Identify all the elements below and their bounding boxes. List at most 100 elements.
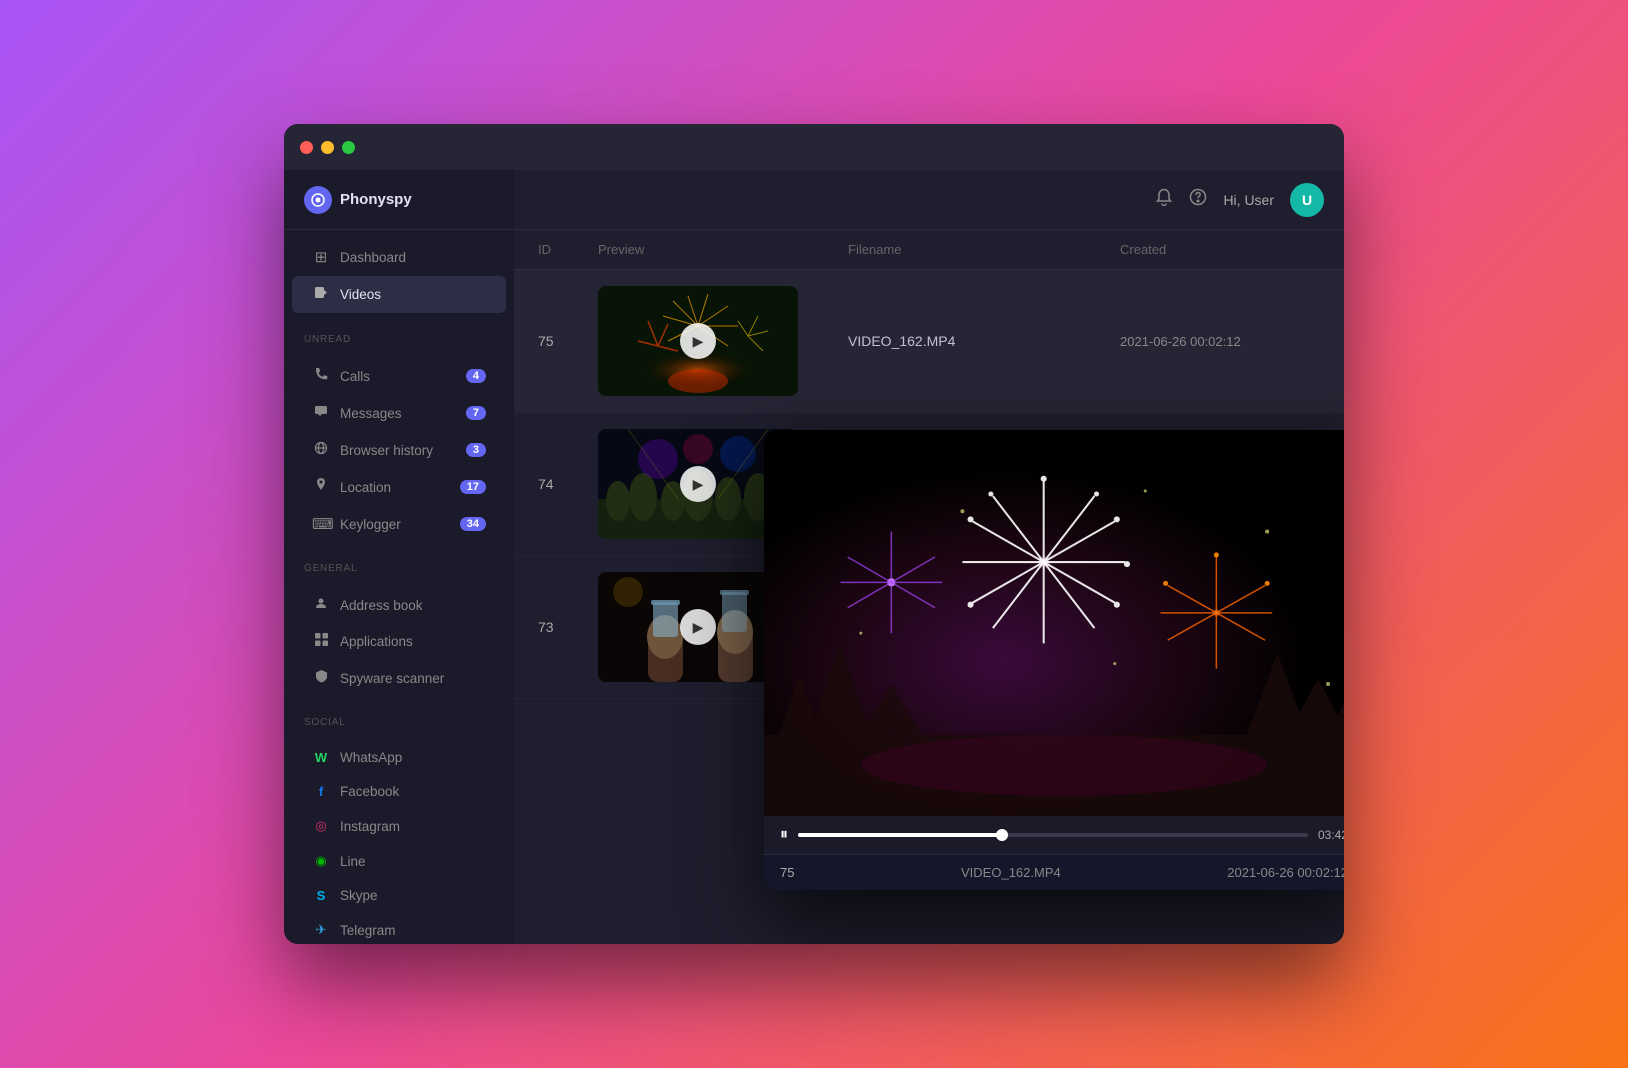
sidebar-item-browser-history[interactable]: Browser history 3 xyxy=(292,432,506,468)
sidebar-item-spyware-scanner[interactable]: Spyware scanner xyxy=(292,660,506,696)
video-icon xyxy=(312,285,330,304)
sidebar-item-label: Messages xyxy=(340,406,402,421)
col-preview: Preview xyxy=(598,242,848,257)
duration-label: 03:42 xyxy=(1318,828,1344,842)
addressbook-icon xyxy=(312,596,330,614)
unread-section: UNREAD Calls 4 xyxy=(284,322,514,551)
notification-icon[interactable] xyxy=(1155,188,1173,211)
sidebar-item-label: Instagram xyxy=(340,819,400,834)
facebook-icon: f xyxy=(312,784,330,799)
row-id: 73 xyxy=(538,619,598,635)
play-button[interactable]: ▶ xyxy=(680,609,716,645)
table-header: ID Preview Filename Created xyxy=(514,230,1344,270)
apps-icon xyxy=(312,633,330,650)
shield-icon xyxy=(312,669,330,687)
brand-icon xyxy=(304,186,332,214)
sidebar-item-messages[interactable]: Messages 7 xyxy=(292,395,506,431)
video-thumbnail[interactable]: ▶ xyxy=(598,286,798,396)
sidebar-item-dashboard[interactable]: ⊞ Dashboard xyxy=(292,239,506,275)
sidebar-item-keylogger[interactable]: ⌨ Keylogger 34 xyxy=(292,506,506,542)
sidebar-item-line[interactable]: ◉ Line xyxy=(292,844,506,878)
sidebar-item-label: Facebook xyxy=(340,784,399,799)
row-date: 2021-06-26 00:02:12 xyxy=(1120,334,1320,349)
keylogger-badge: 34 xyxy=(460,517,486,531)
sidebar-item-label: WhatsApp xyxy=(340,750,402,765)
video-player: ⏸ 03:42 75 VIDEO_162.MP4 2021-06-26 00:0… xyxy=(764,430,1344,890)
sidebar-item-label: Videos xyxy=(340,287,381,302)
location-badge: 17 xyxy=(460,480,486,494)
sidebar-item-label: Keylogger xyxy=(340,517,401,532)
sidebar-item-facebook[interactable]: f Facebook xyxy=(292,775,506,808)
col-filename: Filename xyxy=(848,242,1120,257)
sidebar-item-address-book[interactable]: Address book xyxy=(292,587,506,623)
minimize-button[interactable] xyxy=(321,141,334,154)
play-button[interactable]: ▶ xyxy=(680,466,716,502)
right-panel: Hi, User U ID Preview Filename Created 7… xyxy=(514,170,1344,944)
help-icon[interactable] xyxy=(1189,188,1207,211)
progress-bar[interactable] xyxy=(798,833,1308,837)
play-button[interactable]: ▶ xyxy=(680,323,716,359)
social-nav: W WhatsApp f Facebook ◎ Instagram ◉ Line xyxy=(284,732,514,944)
progress-dot xyxy=(996,829,1008,841)
player-info-filename: VIDEO_162.MP4 xyxy=(961,865,1061,880)
sidebar-item-calls[interactable]: Calls 4 xyxy=(292,358,506,394)
play-overlay: ▶ xyxy=(598,286,798,396)
sidebar-item-label: Address book xyxy=(340,598,423,613)
sidebar-item-label: Calls xyxy=(340,369,370,384)
sidebar-header: Phonyspy xyxy=(284,170,514,230)
general-section-label: GENERAL xyxy=(284,551,514,578)
player-info-id: 75 xyxy=(780,865,794,880)
sidebar-item-instagram[interactable]: ◎ Instagram xyxy=(292,809,506,843)
general-nav: Address book Applications xyxy=(284,578,514,705)
instagram-icon: ◎ xyxy=(312,818,330,834)
user-avatar: U xyxy=(1290,183,1324,217)
top-nav-section: ⊞ Dashboard Videos xyxy=(284,230,514,322)
sidebar-item-label: Applications xyxy=(340,634,413,649)
sidebar-item-telegram[interactable]: ✈ Telegram xyxy=(292,913,506,944)
sidebar-item-videos[interactable]: Videos xyxy=(292,276,506,313)
sidebar-item-label: Line xyxy=(340,854,366,869)
sidebar-item-label: Spyware scanner xyxy=(340,671,444,686)
phone-icon xyxy=(312,367,330,385)
play-pause-button[interactable]: ⏸ xyxy=(780,826,788,844)
sidebar: Phonyspy ⊞ Dashboard Videos xyxy=(284,170,514,944)
row-filename: VIDEO_162.MP4 xyxy=(848,333,1120,349)
location-icon xyxy=(312,478,330,496)
line-icon: ◉ xyxy=(312,853,330,869)
dashboard-icon: ⊞ xyxy=(312,248,330,266)
row-id: 75 xyxy=(538,333,598,349)
player-info-bar: 75 VIDEO_162.MP4 2021-06-26 00:02:12 xyxy=(764,854,1344,890)
social-section-label: SOCIAL xyxy=(284,705,514,732)
table-row[interactable]: 75 xyxy=(514,270,1344,413)
sidebar-item-label: Telegram xyxy=(340,923,396,938)
player-info-created: 2021-06-26 00:02:12 xyxy=(1227,865,1344,880)
window-body: Phonyspy ⊞ Dashboard Videos xyxy=(284,170,1344,944)
calls-badge: 4 xyxy=(466,369,486,383)
social-section: SOCIAL W WhatsApp f Facebook ◎ Instagram xyxy=(284,705,514,944)
player-controls-bar: ⏸ 03:42 xyxy=(764,816,1344,854)
close-button[interactable] xyxy=(300,141,313,154)
maximize-button[interactable] xyxy=(342,141,355,154)
col-created: Created xyxy=(1120,242,1320,257)
telegram-icon: ✈ xyxy=(312,922,330,938)
app-window: Phonyspy ⊞ Dashboard Videos xyxy=(284,124,1344,944)
whatsapp-icon: W xyxy=(312,750,330,765)
player-controls: ⏸ 03:42 xyxy=(780,826,1344,844)
general-section: GENERAL Address book xyxy=(284,551,514,705)
sidebar-item-whatsapp[interactable]: W WhatsApp xyxy=(292,741,506,774)
sidebar-item-skype[interactable]: S Skype xyxy=(292,879,506,912)
browser-badge: 3 xyxy=(466,443,486,457)
top-header: Hi, User U xyxy=(514,170,1344,230)
player-video-area[interactable] xyxy=(764,430,1344,816)
skype-icon: S xyxy=(312,888,330,903)
sidebar-item-label: Location xyxy=(340,480,391,495)
brand-name: Phonyspy xyxy=(340,191,412,208)
message-icon xyxy=(312,404,330,422)
progress-fill xyxy=(798,833,1002,837)
messages-badge: 7 xyxy=(466,406,486,420)
sidebar-item-location[interactable]: Location 17 xyxy=(292,469,506,505)
globe-icon xyxy=(312,441,330,459)
sidebar-item-label: Dashboard xyxy=(340,250,406,265)
col-id: ID xyxy=(538,242,598,257)
sidebar-item-applications[interactable]: Applications xyxy=(292,624,506,659)
